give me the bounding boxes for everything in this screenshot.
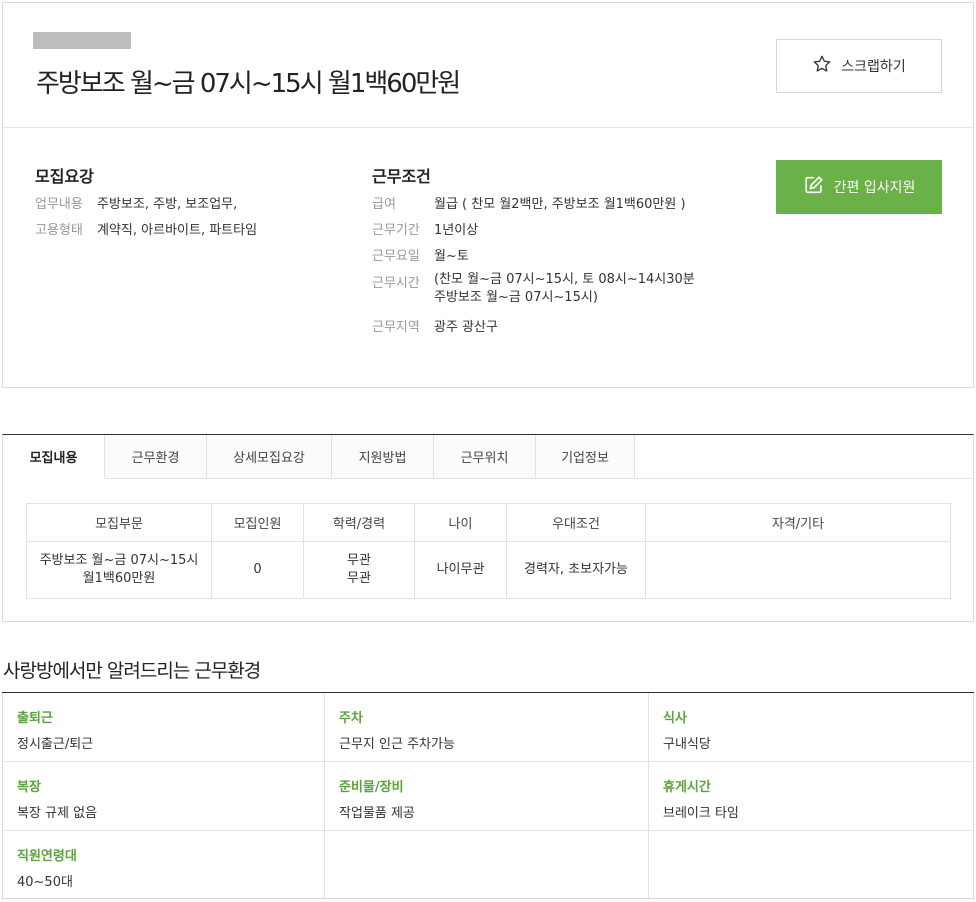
company-name-redacted — [33, 32, 131, 49]
tab-work-location[interactable]: 근무위치 — [434, 435, 536, 479]
table-row: 주방보조 월~금 07시~15시 월1백60만원 0 무관 무관 나이무관 경력… — [26, 541, 951, 599]
col-header-age: 나이 — [414, 503, 507, 542]
env-label: 출퇴근 — [17, 711, 53, 726]
career-value: 무관 — [347, 571, 371, 586]
env-item-dress: 복장 복장 규제 없음 — [2, 762, 325, 831]
tab-recruit-content[interactable]: 모집내용 — [3, 435, 105, 479]
education-value: 무관 — [347, 553, 371, 568]
col-header-department: 모집부문 — [26, 503, 212, 542]
env-item-empty — [649, 831, 974, 900]
detail-tabs-panel: 모집내용 근무환경 상세모집요강 지원방법 근무위치 기업정보 모집부문 모집인… — [2, 434, 974, 622]
apply-label: 간편 입사지원 — [833, 180, 916, 196]
recruit-row-key: 업무내용 — [35, 197, 83, 212]
env-value: 40~50대 — [17, 875, 73, 890]
condition-row-region: 근무지역 광주 광산구 — [372, 316, 498, 335]
env-label: 주차 — [339, 711, 363, 726]
env-item-commute: 출퇴근 정시출근/퇴근 — [2, 693, 325, 762]
recruit-row-value: 계약직, 아르바이트, 파트타임 — [97, 223, 258, 238]
job-title: 주방보조 월~금 07시~15시 월1백60만원 — [36, 69, 461, 99]
env-value: 작업물품 제공 — [339, 806, 415, 821]
condition-row-key: 근무지역 — [372, 320, 420, 335]
cell-department: 주방보조 월~금 07시~15시 월1백60만원 — [26, 541, 212, 599]
env-value: 구내식당 — [663, 737, 711, 752]
cell-count: 0 — [211, 541, 304, 599]
env-label: 준비물/장비 — [339, 780, 404, 795]
star-outline-icon — [812, 54, 832, 78]
cell-etc — [645, 541, 951, 599]
work-conditions-heading: 근무조건 — [372, 167, 431, 186]
tab-work-environment[interactable]: 근무환경 — [105, 435, 207, 479]
col-header-count: 모집인원 — [211, 503, 304, 542]
tab-bar-filler — [635, 435, 973, 479]
env-label: 식사 — [663, 711, 687, 726]
env-item-parking: 주차 근무지 인근 주차가능 — [325, 693, 649, 762]
cell-preference: 경력자, 초보자가능 — [506, 541, 646, 599]
environment-title: 사랑방에서만 알려드리는 근무환경 — [3, 660, 261, 682]
condition-row-value: 월급 ( 찬모 월2백만, 주방보조 월1백60만원 ) — [434, 197, 686, 212]
recruit-table: 모집부문 모집인원 학력/경력 나이 우대조건 자격/기타 주방보조 월~금 0… — [26, 503, 951, 599]
env-label: 복장 — [17, 780, 41, 795]
condition-row-hours: 근무시간 (찬모 월~금 07시~15시, 토 08시~14시30분 주방보조 … — [372, 272, 695, 307]
tab-bar: 모집내용 근무환경 상세모집요강 지원방법 근무위치 기업정보 — [3, 435, 635, 479]
recruit-summary-heading: 모집요강 — [35, 167, 94, 186]
env-label: 직원연령대 — [17, 849, 77, 864]
cell-education: 무관 무관 — [303, 541, 415, 599]
condition-row-value: 월~토 — [434, 249, 469, 264]
hours-line-1: (찬모 월~금 07시~15시, 토 08시~14시30분 — [434, 272, 695, 287]
env-item-equipment: 준비물/장비 작업물품 제공 — [325, 762, 649, 831]
col-header-preference: 우대조건 — [506, 503, 646, 542]
condition-row-key: 급여 — [372, 197, 396, 212]
header-divider — [3, 127, 973, 128]
condition-row-period: 근무기간 1년이상 — [372, 219, 478, 238]
condition-row-key: 근무기간 — [372, 223, 420, 238]
environment-grid: 출퇴근 정시출근/퇴근 주차 근무지 인근 주차가능 식사 구내식당 복장 복장… — [2, 692, 974, 900]
department-line-1: 주방보조 월~금 07시~15시 — [39, 553, 199, 568]
condition-row-value: (찬모 월~금 07시~15시, 토 08시~14시30분 주방보조 월~금 0… — [434, 271, 695, 307]
env-value: 정시출근/퇴근 — [17, 737, 94, 752]
job-header-panel: 주방보조 월~금 07시~15시 월1백60만원 스크랩하기 모집요강 업무내용… — [2, 2, 974, 388]
recruit-row-duty: 업무내용 주방보조, 주방, 보조업무, — [35, 193, 237, 212]
env-value: 복장 규제 없음 — [17, 806, 98, 821]
department-line-2: 월1백60만원 — [82, 571, 156, 586]
table-header-row: 모집부문 모집인원 학력/경력 나이 우대조건 자격/기타 — [26, 503, 951, 542]
tab-detail-requirements[interactable]: 상세모집요강 — [207, 435, 332, 479]
env-item-empty — [325, 831, 649, 900]
edit-icon — [803, 174, 825, 200]
recruit-row-employment: 고용형태 계약직, 아르바이트, 파트타임 — [35, 219, 257, 238]
condition-row-days: 근무요일 월~토 — [372, 245, 469, 264]
env-value: 브레이크 타임 — [663, 806, 739, 821]
condition-row-value: 광주 광산구 — [434, 320, 498, 335]
condition-row-salary: 급여 월급 ( 찬모 월2백만, 주방보조 월1백60만원 ) — [372, 193, 686, 212]
col-header-etc: 자격/기타 — [645, 503, 951, 542]
env-item-break: 휴게시간 브레이크 타임 — [649, 762, 974, 831]
condition-row-key: 근무시간 — [372, 276, 420, 291]
env-item-age-group: 직원연령대 40~50대 — [2, 831, 325, 900]
tab-apply-method[interactable]: 지원방법 — [332, 435, 434, 479]
condition-row-key: 근무요일 — [372, 249, 420, 264]
col-header-education: 학력/경력 — [303, 503, 415, 542]
condition-row-value: 1년이상 — [434, 223, 479, 238]
cell-age: 나이무관 — [414, 541, 507, 599]
tab-company-info[interactable]: 기업정보 — [536, 435, 635, 479]
hours-line-2: 주방보조 월~금 07시~15시) — [434, 290, 598, 305]
env-item-meal: 식사 구내식당 — [649, 693, 974, 762]
quick-apply-button[interactable]: 간편 입사지원 — [776, 160, 942, 214]
env-label: 휴게시간 — [663, 780, 711, 795]
scrap-label: 스크랩하기 — [841, 59, 906, 75]
scrap-button[interactable]: 스크랩하기 — [776, 39, 942, 93]
recruit-row-key: 고용형태 — [35, 223, 83, 238]
env-value: 근무지 인근 주차가능 — [339, 737, 455, 752]
recruit-row-value: 주방보조, 주방, 보조업무, — [97, 197, 238, 212]
